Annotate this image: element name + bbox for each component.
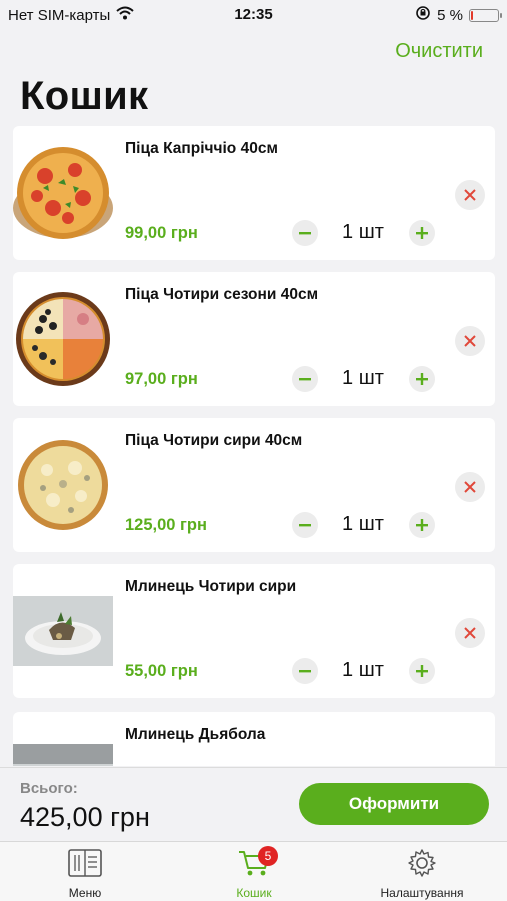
pizza-capricciosa-image — [13, 138, 113, 248]
minus-icon — [299, 670, 311, 673]
tab-cart[interactable]: 5 Кошик — [184, 846, 324, 900]
cart-item: Піца Чотири сири 40см 125,00 грн 1 шт — [13, 418, 495, 552]
menu-book-icon — [68, 849, 102, 877]
increase-quantity-button[interactable] — [409, 658, 435, 684]
tab-menu-label: Меню — [68, 886, 102, 900]
increase-quantity-button[interactable] — [409, 220, 435, 246]
close-icon — [464, 627, 476, 639]
remove-item-button[interactable] — [455, 326, 485, 356]
cart-item: Піца Чотири сезони 40см 97,00 грн 1 шт — [13, 272, 495, 406]
item-price: 97,00 грн — [125, 370, 198, 388]
item-price: 55,00 грн — [125, 662, 198, 680]
total-value: 425,00 грн — [20, 802, 150, 832]
gear-icon — [408, 849, 436, 877]
plus-icon — [416, 665, 428, 677]
decrease-quantity-button[interactable] — [292, 512, 318, 538]
item-name: Млинець Дьябола — [125, 726, 266, 743]
decrease-quantity-button[interactable] — [292, 220, 318, 246]
plus-icon — [416, 373, 428, 385]
item-name: Млинець Чотири сири — [125, 578, 297, 595]
item-name: Піца Чотири сезони 40см — [125, 286, 319, 303]
cart-item: Млинець Чотири сири 55,00 грн 1 шт — [13, 564, 495, 698]
tab-menu[interactable]: Меню — [15, 846, 155, 900]
pizza-four-seasons-image — [13, 284, 113, 394]
item-quantity: 1 шт — [342, 513, 384, 535]
pancake-diabola-image — [13, 724, 113, 766]
tab-settings[interactable]: Налаштування — [352, 846, 492, 900]
orientation-lock-icon — [415, 5, 431, 25]
minus-icon — [299, 232, 311, 235]
increase-quantity-button[interactable] — [409, 512, 435, 538]
cart-list[interactable]: Піца Капріччіо 40см 99,00 грн 1 шт Піца … — [13, 126, 495, 766]
close-icon — [464, 481, 476, 493]
item-quantity: 1 шт — [342, 367, 384, 389]
item-name: Піца Чотири сири 40см — [125, 432, 303, 449]
battery-percent: 5 % — [437, 6, 463, 24]
battery-icon — [469, 8, 502, 22]
clear-cart-button[interactable]: Очистити — [395, 40, 483, 63]
remove-item-button[interactable] — [455, 180, 485, 210]
minus-icon — [299, 378, 311, 381]
remove-item-button[interactable] — [455, 472, 485, 502]
tab-cart-label: Кошик — [236, 886, 272, 900]
close-icon — [464, 189, 476, 201]
cart-summary: Всього: 425,00 грн Оформити — [0, 767, 507, 842]
pancake-four-cheese-image — [13, 576, 113, 686]
plus-icon — [416, 519, 428, 531]
close-icon — [464, 335, 476, 347]
minus-icon — [299, 524, 311, 527]
decrease-quantity-button[interactable] — [292, 658, 318, 684]
cart-item: Млинець Дьябола — [13, 712, 495, 766]
page-title: Кошик — [20, 74, 149, 118]
status-right: 5 % — [415, 5, 502, 25]
status-bar: Нет SIM-карты 12:35 5 % — [0, 0, 507, 30]
increase-quantity-button[interactable] — [409, 366, 435, 392]
tab-settings-label: Налаштування — [380, 886, 464, 900]
total-label: Всього: — [20, 780, 78, 797]
tab-bar: Меню 5 Кошик Налаштування — [0, 841, 507, 901]
item-quantity: 1 шт — [342, 659, 384, 681]
item-price: 125,00 грн — [125, 516, 207, 534]
checkout-button[interactable]: Оформити — [299, 783, 489, 825]
item-name: Піца Капріччіо 40см — [125, 140, 278, 157]
battery-fill — [471, 10, 473, 20]
decrease-quantity-button[interactable] — [292, 366, 318, 392]
cart-item: Піца Капріччіо 40см 99,00 грн 1 шт — [13, 126, 495, 260]
pizza-four-cheese-image — [13, 430, 113, 540]
item-price: 99,00 грн — [125, 224, 198, 242]
plus-icon — [416, 227, 428, 239]
item-quantity: 1 шт — [342, 221, 384, 243]
remove-item-button[interactable] — [455, 618, 485, 648]
cart-count-badge: 5 — [258, 846, 278, 866]
